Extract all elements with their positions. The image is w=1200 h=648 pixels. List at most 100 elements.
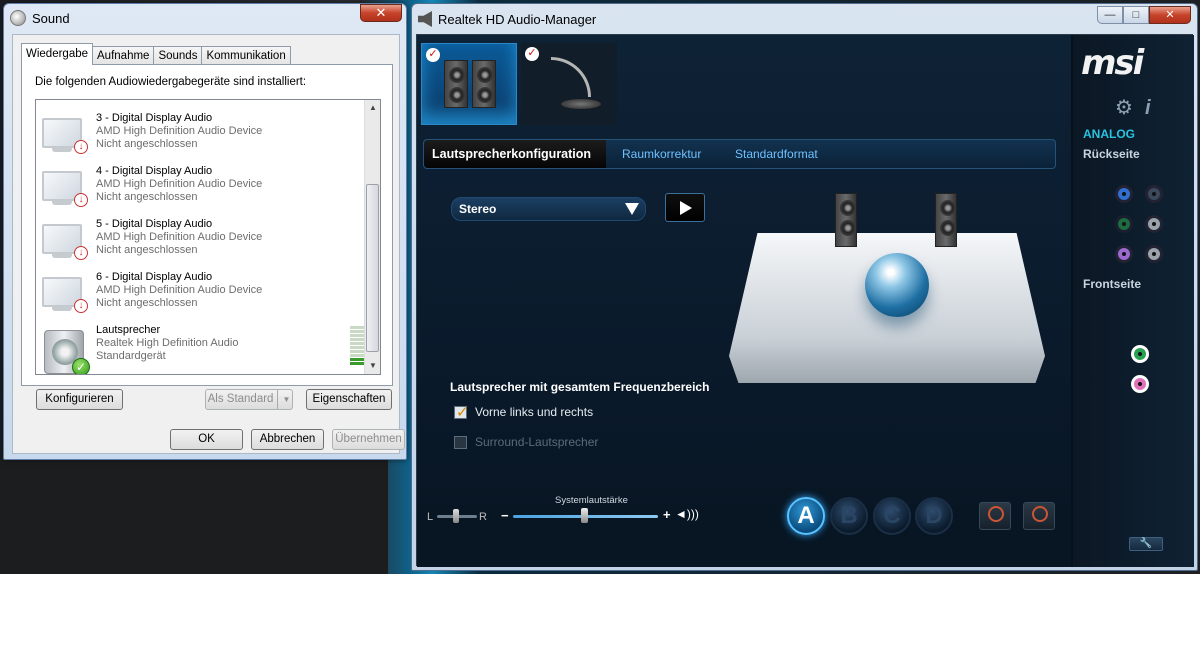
- volume-caption: Systemlautstärke: [555, 495, 628, 506]
- gear-icon[interactable]: ⚙: [1115, 97, 1133, 119]
- speaker-icon: [418, 11, 432, 27]
- configure-button[interactable]: Konfigurieren: [36, 389, 123, 410]
- tab-recording[interactable]: Aufnahme: [92, 46, 155, 65]
- info-icon[interactable]: i: [1145, 97, 1151, 119]
- close-button[interactable]: ✕: [1149, 6, 1191, 24]
- volume-up-button[interactable]: +: [663, 507, 671, 522]
- speaker-icon: [472, 60, 496, 108]
- listener-orb: [865, 253, 929, 317]
- front-right-speaker-icon[interactable]: [935, 193, 957, 247]
- scroll-down-icon[interactable]: ▼: [365, 358, 380, 374]
- close-button[interactable]: ✕: [360, 4, 402, 22]
- tab-room-correction[interactable]: Raumkorrektur: [622, 140, 701, 168]
- device-list[interactable]: ↓ 3 - Digital Display Audio AMD High Def…: [35, 99, 381, 375]
- playback-panel: Die folgenden Audiowiedergabegeräte sind…: [21, 64, 393, 386]
- check-icon: ✓: [426, 48, 440, 62]
- maximize-button[interactable]: □: [1123, 6, 1149, 24]
- list-item[interactable]: ✓ Lautsprecher Realtek High Definition A…: [36, 322, 366, 374]
- monitor-icon: ↓: [42, 169, 88, 207]
- device-tab-speakers[interactable]: ✓: [421, 43, 517, 125]
- list-item[interactable]: ↓ 5 - Digital Display Audio AMD High Def…: [36, 216, 366, 268]
- disconnected-icon: ↓: [74, 140, 88, 154]
- list-item[interactable]: ↓ 6 - Digital Display Audio AMD High Def…: [36, 269, 366, 321]
- realtek-window: Realtek HD Audio-Manager — □ ✕ ✓ ✓ Lauts…: [411, 3, 1198, 571]
- jack-rear-purple-icon[interactable]: [1115, 245, 1133, 263]
- monitor-icon: ↓: [42, 275, 88, 313]
- list-item[interactable]: [36, 100, 366, 108]
- dropdown-arrow-icon[interactable]: ▼: [277, 390, 290, 409]
- device-status: Nicht angeschlossen: [96, 191, 198, 203]
- level-meter-segment: [350, 346, 364, 349]
- sound-titlebar[interactable]: Sound: [8, 6, 403, 30]
- device-status: Nicht angeschlossen: [96, 244, 198, 256]
- scroll-up-icon[interactable]: ▲: [365, 100, 380, 116]
- profile-c-button[interactable]: C: [873, 497, 911, 535]
- sound-body: Wiedergabe Aufnahme Sounds Kommunikation…: [12, 34, 405, 454]
- tab-communication[interactable]: Kommunikation: [201, 46, 291, 65]
- checkbox-front-lr-box[interactable]: [454, 403, 469, 421]
- ok-button[interactable]: OK: [170, 429, 243, 450]
- enable-button[interactable]: [979, 502, 1011, 530]
- scroll-thumb[interactable]: [366, 184, 379, 352]
- cancel-button[interactable]: Abbrechen: [251, 429, 324, 450]
- balance-left-label: L: [427, 511, 434, 523]
- set-default-button[interactable]: Als Standard ▼: [205, 389, 293, 410]
- level-meter: [350, 326, 364, 366]
- jack-rear-gray-icon[interactable]: [1145, 185, 1163, 203]
- default-check-icon: ✓: [72, 358, 90, 374]
- speaker-stage: [729, 193, 1045, 383]
- checkbox-surround-label: Surround-Lautsprecher: [475, 435, 599, 449]
- jack-rear-green-icon[interactable]: [1115, 215, 1133, 233]
- device-name: 6 - Digital Display Audio: [96, 271, 213, 283]
- profile-b-button[interactable]: B: [830, 497, 868, 535]
- jack-rear-silver2-icon[interactable]: [1145, 245, 1163, 263]
- tab-default-format[interactable]: Standardformat: [735, 140, 818, 168]
- checkbox-front-lr[interactable]: Vorne links und rechts: [454, 403, 593, 421]
- volume-slider-handle[interactable]: [581, 508, 588, 523]
- disconnected-icon: ↓: [74, 193, 88, 207]
- list-item[interactable]: ↓ 4 - Digital Display Audio AMD High Def…: [36, 163, 366, 215]
- front-left-speaker-icon[interactable]: [835, 193, 857, 247]
- profile-d-button[interactable]: D: [915, 497, 953, 535]
- apply-button[interactable]: Übernehmen: [332, 429, 405, 450]
- jack-rear-silver-icon[interactable]: [1145, 215, 1163, 233]
- device-status: Nicht angeschlossen: [96, 297, 198, 309]
- wrench-icon[interactable]: 🔧: [1129, 537, 1163, 551]
- tab-playback[interactable]: Wiedergabe: [21, 43, 94, 65]
- jack-front-green-icon[interactable]: [1131, 345, 1149, 363]
- checkbox-surround[interactable]: Surround-Lautsprecher: [454, 433, 598, 451]
- device-tab-microphone[interactable]: ✓: [521, 43, 617, 125]
- volume-down-button[interactable]: −: [501, 508, 509, 523]
- device-name: 5 - Digital Display Audio: [96, 218, 213, 230]
- level-meter-segment: [350, 362, 364, 365]
- device-list-scrollbar[interactable]: ▲ ▼: [364, 100, 380, 374]
- speaker-config-select[interactable]: Stereo: [451, 197, 646, 221]
- jack-rear-blue-icon[interactable]: [1115, 185, 1133, 203]
- sound-tabs: Wiedergabe Aufnahme Sounds Kommunikation: [21, 43, 291, 65]
- jack-front-pink-icon[interactable]: [1131, 375, 1149, 393]
- dropdown-arrow-icon: [625, 203, 639, 215]
- profile-a-button[interactable]: A: [787, 497, 825, 535]
- tab-sounds[interactable]: Sounds: [153, 46, 203, 65]
- panel-caption: Die folgenden Audiowiedergabegeräte sind…: [35, 76, 307, 88]
- list-item[interactable]: ↓ 3 - Digital Display Audio AMD High Def…: [36, 110, 366, 162]
- full-range-title: Lautsprecher mit gesamtem Frequenzbereic…: [450, 380, 710, 394]
- volume-speaker-icon[interactable]: ◄))): [675, 507, 699, 521]
- level-meter-segment: [350, 350, 364, 353]
- properties-button[interactable]: Eigenschaften: [306, 389, 392, 410]
- balance-slider-handle[interactable]: [453, 509, 459, 523]
- device-name: 3 - Digital Display Audio: [96, 112, 213, 124]
- msi-logo: msi: [1081, 43, 1144, 83]
- minimize-button[interactable]: —: [1097, 6, 1123, 24]
- realtek-titlebar[interactable]: Realtek HD Audio-Manager: [418, 8, 596, 30]
- play-button[interactable]: [665, 193, 705, 222]
- level-meter-segment: [350, 334, 364, 337]
- checkbox-surround-box[interactable]: [454, 435, 467, 449]
- check-icon: [988, 506, 1004, 522]
- disable-button[interactable]: [1023, 502, 1055, 530]
- speaker-icon: [444, 60, 468, 108]
- tab-speaker-config[interactable]: Lautsprecherkonfiguration: [424, 140, 606, 168]
- set-default-label: Als Standard: [207, 393, 274, 405]
- sound-dialog: Sound ✕ Wiedergabe Aufnahme Sounds Kommu…: [3, 3, 407, 460]
- level-meter-segment: [350, 358, 364, 361]
